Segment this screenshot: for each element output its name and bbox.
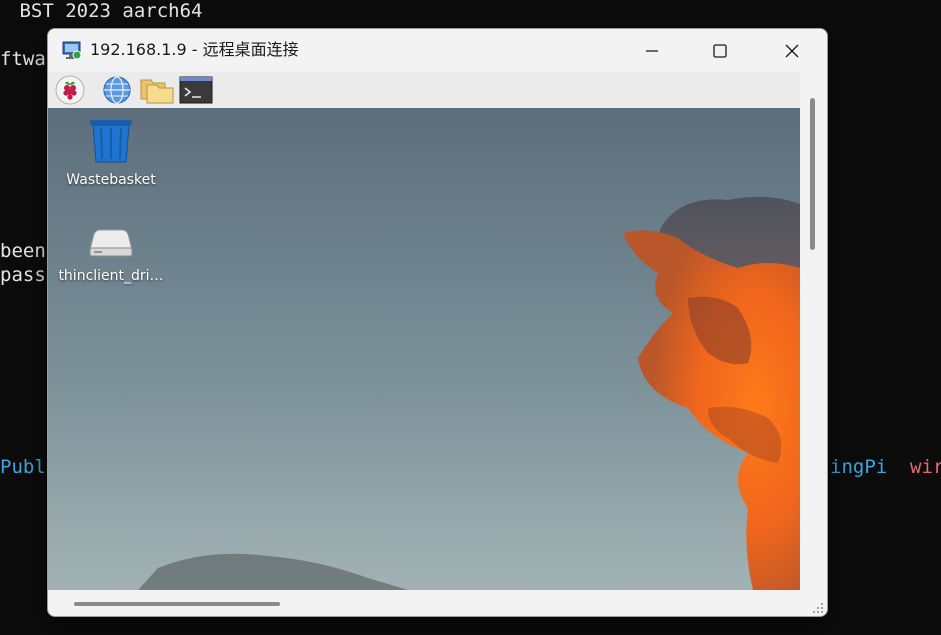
- vertical-scroll-thumb[interactable]: [810, 98, 815, 250]
- remote-desktop-background: Wastebasket thinclient_dri…: [48, 108, 800, 590]
- terminal-line: BST 2023 aarch64: [8, 0, 203, 22]
- window-title: 192.168.1.9 - 远程桌面连接: [90, 40, 299, 59]
- close-icon: [785, 44, 799, 57]
- desktop-item-label: Wastebasket: [66, 172, 156, 188]
- terminal-line: Publ: [0, 456, 46, 478]
- file-manager-button[interactable]: [140, 75, 174, 105]
- wastebasket-icon: [90, 120, 132, 163]
- vertical-scrollbar[interactable]: [800, 72, 827, 590]
- drive-icon: [89, 229, 133, 257]
- remote-desktop-window[interactable]: 192.168.1.9 - 远程桌面连接 Wastebasket thincli…: [47, 28, 828, 617]
- terminal-line: pass: [0, 264, 46, 286]
- pi-taskbar: [48, 72, 800, 108]
- terminal-line: ftwa: [0, 48, 46, 70]
- remote-desktop-icon: [62, 41, 82, 60]
- terminal-button[interactable]: [179, 75, 213, 105]
- desktop-item-wastebasket[interactable]: Wastebasket: [56, 118, 166, 188]
- terminal-icon: [179, 76, 213, 104]
- raspberry-pi-menu-icon: [55, 75, 85, 105]
- title-bar[interactable]: 192.168.1.9 - 远程桌面连接: [48, 29, 827, 72]
- maximize-icon: [713, 43, 727, 58]
- terminal-line: wir: [910, 456, 941, 478]
- resize-grip-icon[interactable]: [812, 602, 824, 614]
- raspberry-pi-menu-button[interactable]: [54, 75, 86, 105]
- web-browser-button[interactable]: [101, 75, 133, 105]
- close-button[interactable]: [769, 29, 815, 72]
- minimize-button[interactable]: [629, 29, 675, 72]
- remote-desktop-viewport[interactable]: Wastebasket thinclient_dri…: [48, 72, 800, 590]
- terminal-line: ingPi: [830, 456, 888, 478]
- desktop-item-thinclient-drive[interactable]: thinclient_dri…: [56, 226, 166, 284]
- web-browser-icon: [103, 76, 131, 104]
- minimize-icon: [646, 49, 658, 52]
- horizontal-scrollbar[interactable]: [48, 590, 827, 616]
- horizontal-scroll-thumb[interactable]: [74, 602, 280, 606]
- file-manager-icon: [140, 79, 174, 104]
- desktop-item-label: thinclient_dri…: [58, 268, 164, 284]
- maximize-button[interactable]: [697, 29, 743, 72]
- terminal-line: been: [0, 240, 46, 262]
